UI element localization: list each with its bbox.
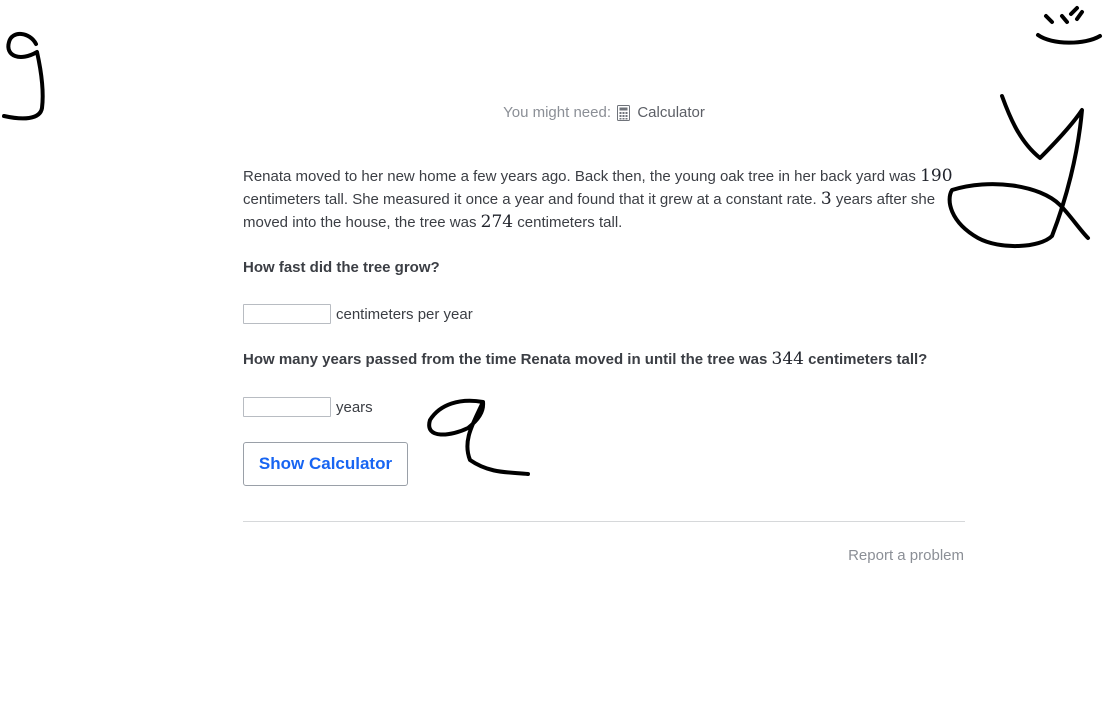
- might-need-hint: You might need: Calculator: [243, 103, 965, 127]
- footer-divider: [243, 521, 965, 522]
- target-height-value: 344: [771, 349, 804, 369]
- calculator-icon: [617, 105, 631, 127]
- years-input[interactable]: [243, 397, 331, 417]
- doodle-digit-9: [2, 32, 45, 121]
- doodle-letter-y: [947, 94, 1090, 248]
- years-later-value: 3: [820, 189, 832, 209]
- doodle-letter-a: [427, 398, 530, 476]
- report-problem-link[interactable]: Report a problem: [848, 547, 964, 564]
- show-calculator-button[interactable]: Show Calculator: [243, 442, 408, 486]
- later-height-value: 274: [480, 212, 514, 232]
- years-unit: years: [336, 398, 373, 416]
- question-1-answer-row: centimeters per year: [243, 304, 473, 324]
- calculator-link[interactable]: Calculator: [637, 104, 705, 121]
- might-need-label: You might need:: [503, 104, 611, 121]
- growth-rate-input[interactable]: [243, 304, 331, 324]
- question-1-prompt: How fast did the tree grow?: [243, 259, 440, 276]
- problem-text-2: centimeters tall. She measured it once a…: [243, 191, 821, 208]
- problem-text-4: centimeters tall.: [513, 214, 623, 231]
- question-2-text-2: centimeters tall?: [803, 351, 928, 368]
- problem-text-1: Renata moved to her new home a few years…: [243, 168, 921, 185]
- question-2-answer-row: years: [243, 397, 373, 417]
- question-2-text-1: How many years passed from the time Rena…: [243, 351, 772, 368]
- growth-rate-unit: centimeters per year: [336, 305, 473, 323]
- problem-statement: Renata moved to her new home a few years…: [243, 165, 965, 234]
- question-2-prompt: How many years passed from the time Rena…: [243, 349, 927, 369]
- initial-height-value: 190: [920, 166, 953, 186]
- doodle-smiley: [1036, 6, 1102, 45]
